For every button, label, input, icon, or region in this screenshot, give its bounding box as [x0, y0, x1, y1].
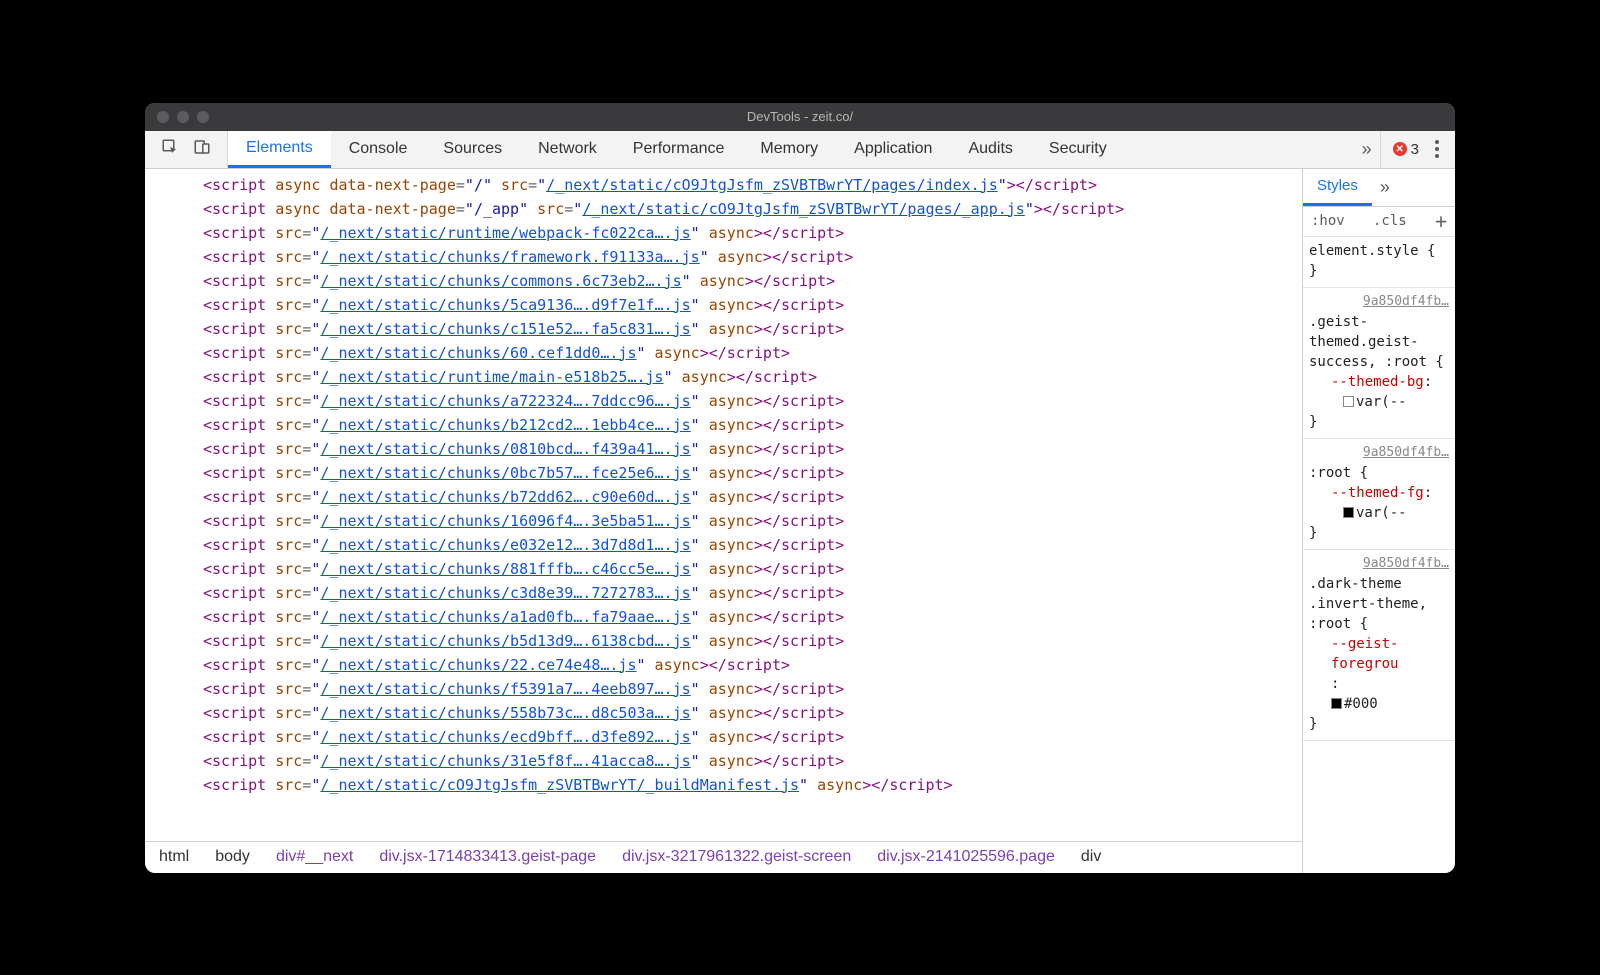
more-side-tabs-button[interactable]: »: [1372, 169, 1398, 206]
tab-application[interactable]: Application: [836, 131, 950, 168]
dom-node[interactable]: <script src="/_next/static/chunks/b212cd…: [195, 413, 1302, 437]
content-area: <script async data-next-page="/" src="/_…: [145, 169, 1455, 873]
breadcrumb-item[interactable]: html: [159, 848, 189, 866]
elements-panel: <script async data-next-page="/" src="/_…: [145, 169, 1303, 873]
dom-node[interactable]: <script src="/_next/static/chunks/c151e5…: [195, 317, 1302, 341]
traffic-lights: [145, 111, 209, 123]
dom-node[interactable]: <script src="/_next/static/chunks/f5391a…: [195, 677, 1302, 701]
rule-selector: element.style {: [1309, 241, 1449, 261]
dom-node[interactable]: <script src="/_next/static/chunks/framew…: [195, 245, 1302, 269]
dom-node[interactable]: <script src="/_next/static/chunks/b5d13d…: [195, 629, 1302, 653]
breadcrumb-item[interactable]: div.jsx-2141025596.page: [877, 848, 1055, 866]
tab-elements[interactable]: Elements: [228, 131, 331, 168]
tab-sources[interactable]: Sources: [425, 131, 520, 168]
dom-node[interactable]: <script src="/_next/static/cO9JtgJsfm_zS…: [195, 773, 1302, 797]
new-style-rule-button[interactable]: +: [1435, 209, 1447, 233]
dom-node[interactable]: <script src="/_next/static/chunks/5ca913…: [195, 293, 1302, 317]
breadcrumb-item[interactable]: div.jsx-1714833413.geist-page: [379, 848, 596, 866]
settings-menu-button[interactable]: [1431, 136, 1443, 162]
close-window-button[interactable]: [157, 111, 169, 123]
devtools-window: DevTools - zeit.co/ ElementsConsoleSourc…: [145, 103, 1455, 873]
dom-node[interactable]: <script src="/_next/static/chunks/e032e1…: [195, 533, 1302, 557]
dom-node[interactable]: <script async data-next-page="/_app" src…: [195, 197, 1302, 221]
dom-node[interactable]: <script src="/_next/static/chunks/a1ad0f…: [195, 605, 1302, 629]
minimize-window-button[interactable]: [177, 111, 189, 123]
dom-node[interactable]: <script src="/_next/static/chunks/16096f…: [195, 509, 1302, 533]
dom-node[interactable]: <script src="/_next/static/chunks/558b73…: [195, 701, 1302, 725]
dom-node[interactable]: <script src="/_next/static/chunks/881fff…: [195, 557, 1302, 581]
rule-close-brace: }: [1309, 523, 1449, 543]
rule-source-link[interactable]: 9a850df4fb…: [1309, 554, 1449, 574]
color-swatch[interactable]: [1343, 396, 1354, 407]
device-toolbar-icon[interactable]: [193, 138, 211, 161]
dom-node[interactable]: <script src="/_next/static/chunks/ecd9bf…: [195, 725, 1302, 749]
dom-node[interactable]: <script src="/_next/static/chunks/31e5f8…: [195, 749, 1302, 773]
dom-node[interactable]: <script src="/_next/static/runtime/webpa…: [195, 221, 1302, 245]
dom-node[interactable]: <script src="/_next/static/chunks/0bc7b5…: [195, 461, 1302, 485]
maximize-window-button[interactable]: [197, 111, 209, 123]
style-rule[interactable]: 9a850df4fb….dark-theme .invert-theme, :r…: [1303, 550, 1455, 741]
rule-close-brace: }: [1309, 412, 1449, 432]
tab-styles[interactable]: Styles: [1303, 169, 1372, 206]
style-rule[interactable]: 9a850df4fb…:root {--themed-fg:var(--}: [1303, 439, 1455, 550]
main-toolbar: ElementsConsoleSourcesNetworkPerformance…: [145, 131, 1455, 169]
inspect-element-icon[interactable]: [161, 138, 179, 161]
breadcrumb-item[interactable]: body: [215, 848, 250, 866]
rule-close-brace: }: [1309, 714, 1449, 734]
dom-tree[interactable]: <script async data-next-page="/" src="/_…: [145, 169, 1302, 841]
rule-close-brace: }: [1309, 261, 1449, 281]
dom-node[interactable]: <script src="/_next/static/chunks/c3d8e3…: [195, 581, 1302, 605]
dom-node[interactable]: <script src="/_next/static/chunks/60.cef…: [195, 341, 1302, 365]
dom-node[interactable]: <script src="/_next/static/chunks/22.ce7…: [195, 653, 1302, 677]
breadcrumb[interactable]: html body div#__next div.jsx-1714833413.gei…: [145, 841, 1302, 873]
hover-toggle[interactable]: :hov: [1311, 213, 1345, 229]
dom-node[interactable]: <script src="/_next/static/chunks/common…: [195, 269, 1302, 293]
tab-security[interactable]: Security: [1031, 131, 1125, 168]
dom-node[interactable]: <script src="/_next/static/runtime/main-…: [195, 365, 1302, 389]
rule-selector: .geist-themed.geist-success, :root {: [1309, 312, 1449, 372]
style-rule[interactable]: 9a850df4fb….geist-themed.geist-success, …: [1303, 288, 1455, 439]
dom-node[interactable]: <script async data-next-page="/" src="/_…: [195, 173, 1302, 197]
styles-rules-list[interactable]: element.style {}9a850df4fb….geist-themed…: [1303, 237, 1455, 873]
rule-property[interactable]: --geist-foregrou:#000: [1309, 634, 1449, 714]
rule-selector: .dark-theme .invert-theme, :root {: [1309, 574, 1449, 634]
tab-network[interactable]: Network: [520, 131, 615, 168]
tab-performance[interactable]: Performance: [615, 131, 743, 168]
dom-node[interactable]: <script src="/_next/static/chunks/0810bc…: [195, 437, 1302, 461]
error-indicator[interactable]: ✕ 3: [1393, 141, 1419, 158]
styles-sidebar: Styles » :hov .cls + element.style {}9a8…: [1303, 169, 1455, 873]
tab-console[interactable]: Console: [331, 131, 426, 168]
color-swatch[interactable]: [1343, 507, 1354, 518]
breadcrumb-item[interactable]: div.jsx-3217961322.geist-screen: [622, 848, 851, 866]
main-tabs: ElementsConsoleSourcesNetworkPerformance…: [228, 131, 1354, 168]
window-title: DevTools - zeit.co/: [145, 109, 1455, 124]
rule-source-link[interactable]: 9a850df4fb…: [1309, 443, 1449, 463]
error-count: 3: [1411, 141, 1419, 158]
breadcrumb-item[interactable]: div: [1081, 848, 1101, 866]
rule-property[interactable]: --themed-bg:var(--: [1309, 372, 1449, 412]
styles-utility-row: :hov .cls +: [1303, 207, 1455, 237]
rule-selector: :root {: [1309, 463, 1449, 483]
style-rule[interactable]: element.style {}: [1303, 237, 1455, 288]
tab-memory[interactable]: Memory: [742, 131, 836, 168]
more-tabs-button[interactable]: »: [1354, 131, 1380, 168]
error-icon: ✕: [1393, 142, 1407, 156]
tab-audits[interactable]: Audits: [950, 131, 1030, 168]
cls-toggle[interactable]: .cls: [1373, 213, 1407, 229]
breadcrumb-item[interactable]: div#__next: [276, 848, 353, 866]
dom-node[interactable]: <script src="/_next/static/chunks/b72dd6…: [195, 485, 1302, 509]
color-swatch[interactable]: [1331, 698, 1342, 709]
titlebar: DevTools - zeit.co/: [145, 103, 1455, 131]
rule-property[interactable]: --themed-fg:var(--: [1309, 483, 1449, 523]
rule-source-link[interactable]: 9a850df4fb…: [1309, 292, 1449, 312]
dom-node[interactable]: <script src="/_next/static/chunks/a72232…: [195, 389, 1302, 413]
